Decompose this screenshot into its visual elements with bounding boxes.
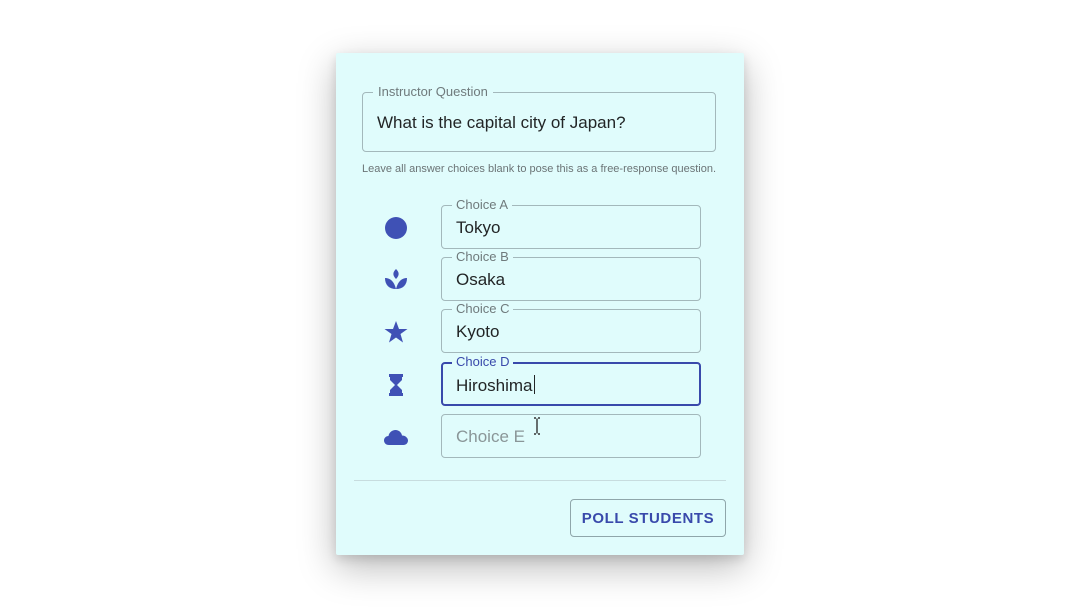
cloud-icon bbox=[383, 424, 409, 450]
choice-c-input[interactable]: Kyoto bbox=[456, 322, 499, 342]
choice-d-label: Choice D bbox=[452, 354, 514, 370]
choice-b-field[interactable]: Choice B Osaka bbox=[441, 249, 701, 301]
choice-c-label: Choice C bbox=[452, 301, 514, 317]
choice-e-placeholder[interactable]: Choice E bbox=[456, 427, 525, 447]
free-response-helper-text: Leave all answer choices blank to pose t… bbox=[362, 163, 717, 175]
choice-row-d: Choice D Hiroshima bbox=[336, 354, 744, 406]
instructor-question-label: Instructor Question bbox=[373, 84, 493, 100]
choice-b-input[interactable]: Osaka bbox=[456, 270, 505, 290]
choice-a-input[interactable]: Tokyo bbox=[456, 218, 500, 238]
choice-a-field[interactable]: Choice A Tokyo bbox=[441, 197, 701, 249]
choice-row-b: Choice B Osaka bbox=[336, 249, 744, 301]
choice-d-input[interactable]: Hiroshima bbox=[456, 375, 535, 396]
poll-dialog: Instructor Question What is the capital … bbox=[336, 53, 744, 555]
choice-d-text: Hiroshima bbox=[456, 376, 533, 395]
lotus-icon bbox=[383, 267, 409, 293]
choice-e-field[interactable]: Choice E bbox=[441, 414, 701, 458]
text-cursor-icon bbox=[534, 417, 540, 435]
choice-b-label: Choice B bbox=[452, 249, 513, 265]
choice-a-label: Choice A bbox=[452, 197, 513, 213]
choice-c-field[interactable]: Choice C Kyoto bbox=[441, 301, 701, 353]
instructor-question-input[interactable]: What is the capital city of Japan? bbox=[377, 113, 626, 133]
choice-row-c: Choice C Kyoto bbox=[336, 301, 744, 353]
text-caret bbox=[533, 375, 535, 394]
choice-row-a: Choice A Tokyo bbox=[336, 197, 744, 249]
choice-d-field[interactable]: Choice D Hiroshima bbox=[441, 354, 701, 406]
star-icon bbox=[383, 319, 409, 345]
circle-icon bbox=[383, 215, 409, 241]
dialog-divider bbox=[354, 480, 726, 481]
poll-students-button[interactable]: POLL STUDENTS bbox=[570, 499, 726, 537]
instructor-question-field[interactable]: Instructor Question What is the capital … bbox=[362, 84, 716, 152]
hourglass-icon bbox=[383, 372, 409, 398]
